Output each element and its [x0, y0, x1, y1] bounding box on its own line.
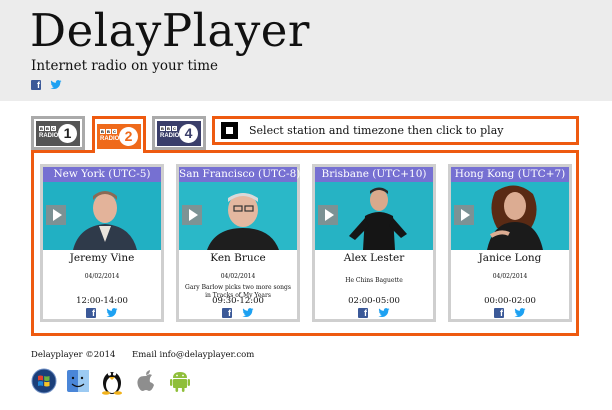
facebook-icon[interactable]: f — [358, 308, 368, 318]
footer-email[interactable]: Email info@delayplayer.com — [132, 350, 254, 360]
station-number: 2 — [119, 126, 138, 146]
presenter-photo — [315, 182, 433, 250]
card-city: Brisbane (UTC+10) — [315, 167, 433, 182]
site-tagline: Internet radio on your time — [31, 58, 219, 74]
stop-icon — [226, 127, 233, 134]
station-tab-radio-4[interactable]: BBC RADIO 4 — [152, 116, 206, 150]
programme-description: He Chins Baguette — [345, 277, 403, 284]
site-title: DelayPlayer — [30, 4, 310, 57]
play-icon — [52, 209, 62, 221]
timezone-card-hong-kong[interactable]: Hong Kong (UTC+7) Janice Long 04/02/2014… — [448, 164, 572, 322]
card-social-links: f — [179, 308, 297, 318]
facebook-icon[interactable]: f — [494, 308, 504, 318]
presenter-photo — [451, 182, 569, 250]
android-icon[interactable] — [167, 367, 193, 395]
broadcast-date: 04/02/2014 — [220, 273, 256, 280]
play-prompt-bar: Select station and timezone then click t… — [212, 116, 579, 145]
broadcast-date: 04/02/2014 — [492, 273, 528, 280]
linux-tux-icon[interactable] — [99, 367, 125, 395]
play-icon — [324, 209, 334, 221]
broadcast-time: 12:00-14:00 — [76, 296, 128, 306]
facebook-icon[interactable]: f — [222, 308, 232, 318]
header-social-links: f — [31, 80, 62, 90]
card-social-links: f — [315, 308, 433, 318]
station-tab-radio-2[interactable]: BBC RADIO 2 — [92, 116, 146, 153]
timezone-card-san-francisco[interactable]: San Francisco (UTC-8) Ken Bruce 04/02/20… — [176, 164, 300, 322]
card-city: San Francisco (UTC-8) — [179, 167, 301, 182]
bbc-radio-1-logo: BBC RADIO 1 — [36, 120, 80, 146]
facebook-icon[interactable]: f — [31, 80, 41, 90]
timezone-card-brisbane[interactable]: Brisbane (UTC+10) Alex Lester He Chins B… — [312, 164, 436, 322]
mac-finder-icon[interactable] — [65, 367, 91, 395]
card-social-links: f — [451, 308, 569, 318]
play-button[interactable] — [318, 205, 338, 225]
presenter-name: Ken Bruce — [210, 252, 266, 264]
play-icon — [188, 209, 198, 221]
broadcast-time: 00:00-02:00 — [484, 296, 536, 306]
presenter-name: Janice Long — [478, 252, 542, 264]
site-header: DelayPlayer Internet radio on your time … — [0, 0, 612, 101]
card-city: Hong Kong (UTC+7) — [451, 167, 569, 182]
stop-button[interactable] — [221, 122, 238, 139]
twitter-icon[interactable] — [106, 308, 118, 318]
presenter-photo — [43, 182, 161, 250]
play-prompt-text: Select station and timezone then click t… — [249, 124, 504, 137]
presenter-photo — [179, 182, 297, 250]
broadcast-time: 02:00-05:00 — [348, 296, 400, 306]
twitter-icon[interactable] — [378, 308, 390, 318]
twitter-icon[interactable] — [50, 80, 62, 90]
play-icon — [460, 209, 470, 221]
play-button[interactable] — [182, 205, 202, 225]
apple-icon[interactable] — [133, 367, 159, 395]
windows-icon[interactable] — [31, 367, 57, 395]
station-tab-radio-1[interactable]: BBC RADIO 1 — [31, 116, 85, 150]
broadcast-date: 04/02/2014 — [84, 273, 120, 280]
bbc-radio-2-logo: BBC RADIO 2 — [97, 123, 141, 149]
presenter-name: Alex Lester — [343, 252, 405, 264]
card-city: New York (UTC-5) — [43, 167, 161, 182]
timezone-card-new-york[interactable]: New York (UTC-5) Jeremy Vine 04/02/2014 … — [40, 164, 164, 322]
twitter-icon[interactable] — [242, 308, 254, 318]
play-button[interactable] — [46, 205, 66, 225]
play-button[interactable] — [454, 205, 474, 225]
bbc-radio-4-logo: BBC RADIO 4 — [157, 120, 201, 146]
broadcast-time: 09:30-12:00 — [212, 296, 264, 306]
platform-icons — [31, 367, 193, 395]
presenter-name: Jeremy Vine — [69, 252, 135, 264]
footer-copyright: Delayplayer ©2014 — [31, 350, 116, 360]
station-number: 4 — [179, 123, 198, 143]
station-number: 1 — [58, 123, 77, 143]
card-social-links: f — [43, 308, 161, 318]
twitter-icon[interactable] — [514, 308, 526, 318]
facebook-icon[interactable]: f — [86, 308, 96, 318]
